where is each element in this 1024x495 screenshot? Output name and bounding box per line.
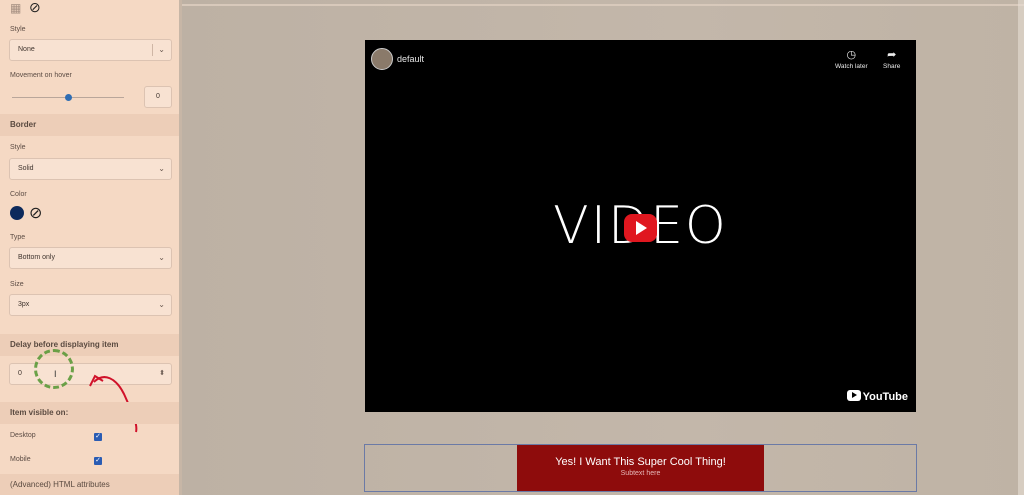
color-label: Color: [10, 191, 27, 198]
chevron-down-icon: ⌄: [158, 300, 165, 309]
style-label: Style: [10, 26, 26, 33]
no-style-icon[interactable]: ⊘: [29, 0, 41, 16]
desktop-label: Desktop: [10, 432, 36, 439]
movement-slider-thumb[interactable]: [64, 94, 72, 101]
canvas-right-edge: [1018, 0, 1024, 495]
watch-later-label: Watch later: [835, 63, 868, 70]
pattern-icon[interactable]: ▦: [10, 1, 21, 15]
youtube-video-embed[interactable]: default ◷ Watch later ➦ Share VIDEO YouT…: [365, 40, 916, 412]
stepper-icon[interactable]: ⬍: [159, 364, 165, 384]
channel-name[interactable]: default: [397, 54, 424, 64]
cta-button[interactable]: Yes! I Want This Super Cool Thing! Subte…: [517, 445, 764, 491]
delay-value: 0: [18, 370, 22, 377]
size-label: Size: [10, 281, 24, 288]
style-select-value: None: [18, 46, 35, 53]
delay-section-header: Delay before displaying item: [0, 334, 179, 356]
watch-later-button[interactable]: ◷ Watch later: [835, 48, 868, 70]
border-type-select[interactable]: Bottom only ⌄: [9, 247, 172, 269]
no-color-icon[interactable]: ⊘: [29, 203, 42, 223]
clock-icon: ◷: [846, 49, 857, 61]
youtube-logo-text: YouTube: [862, 391, 908, 403]
chevron-down-icon: ⌄: [158, 164, 165, 173]
cta-main-text: Yes! I Want This Super Cool Thing!: [555, 456, 726, 468]
settings-sidebar: ▦ ⊘ Style None ⌄ Movement on hover 0 Bor…: [0, 0, 182, 495]
youtube-play-icon: [846, 390, 861, 401]
mobile-checkbox[interactable]: ✓: [94, 457, 102, 465]
share-arrow-icon: ➦: [887, 49, 897, 61]
annotation-arrow-icon: [89, 374, 138, 433]
border-size-value: 3px: [18, 301, 30, 308]
border-style-select[interactable]: Solid ⌄: [9, 158, 172, 180]
border-size-select[interactable]: 3px ⌄: [9, 294, 172, 316]
cta-subtext: Subtext here: [620, 470, 661, 477]
desktop-checkbox[interactable]: ✓: [94, 433, 102, 441]
select-separator: [152, 44, 153, 56]
channel-avatar[interactable]: [371, 48, 393, 70]
page-canvas: default ◷ Watch later ➦ Share VIDEO YouT…: [182, 0, 1024, 495]
movement-input[interactable]: 0: [144, 86, 172, 108]
mobile-label: Mobile: [10, 456, 31, 463]
style-select[interactable]: None ⌄: [9, 39, 172, 61]
advanced-section-header[interactable]: (Advanced) HTML attributes: [0, 474, 179, 495]
border-section-header: Border: [0, 114, 179, 136]
play-button[interactable]: [624, 214, 657, 242]
share-button[interactable]: ➦ Share: [883, 48, 900, 70]
cta-section: Yes! I Want This Super Cool Thing! Subte…: [364, 444, 917, 492]
canvas-top-divider: [182, 4, 1024, 6]
movement-label: Movement on hover: [10, 72, 72, 79]
share-label: Share: [883, 63, 901, 70]
visibility-section-header: Item visible on:: [0, 402, 179, 424]
border-style-value: Solid: [18, 165, 34, 172]
border-type-value: Bottom only: [18, 254, 55, 261]
border-style-label: Style: [10, 144, 26, 151]
chevron-down-icon: ⌄: [158, 253, 165, 262]
youtube-logo[interactable]: YouTube: [846, 390, 908, 403]
cursor-highlight: [34, 349, 74, 389]
chevron-down-icon: ⌄: [158, 45, 165, 54]
border-color-swatch[interactable]: [10, 206, 24, 220]
type-label: Type: [10, 234, 26, 241]
